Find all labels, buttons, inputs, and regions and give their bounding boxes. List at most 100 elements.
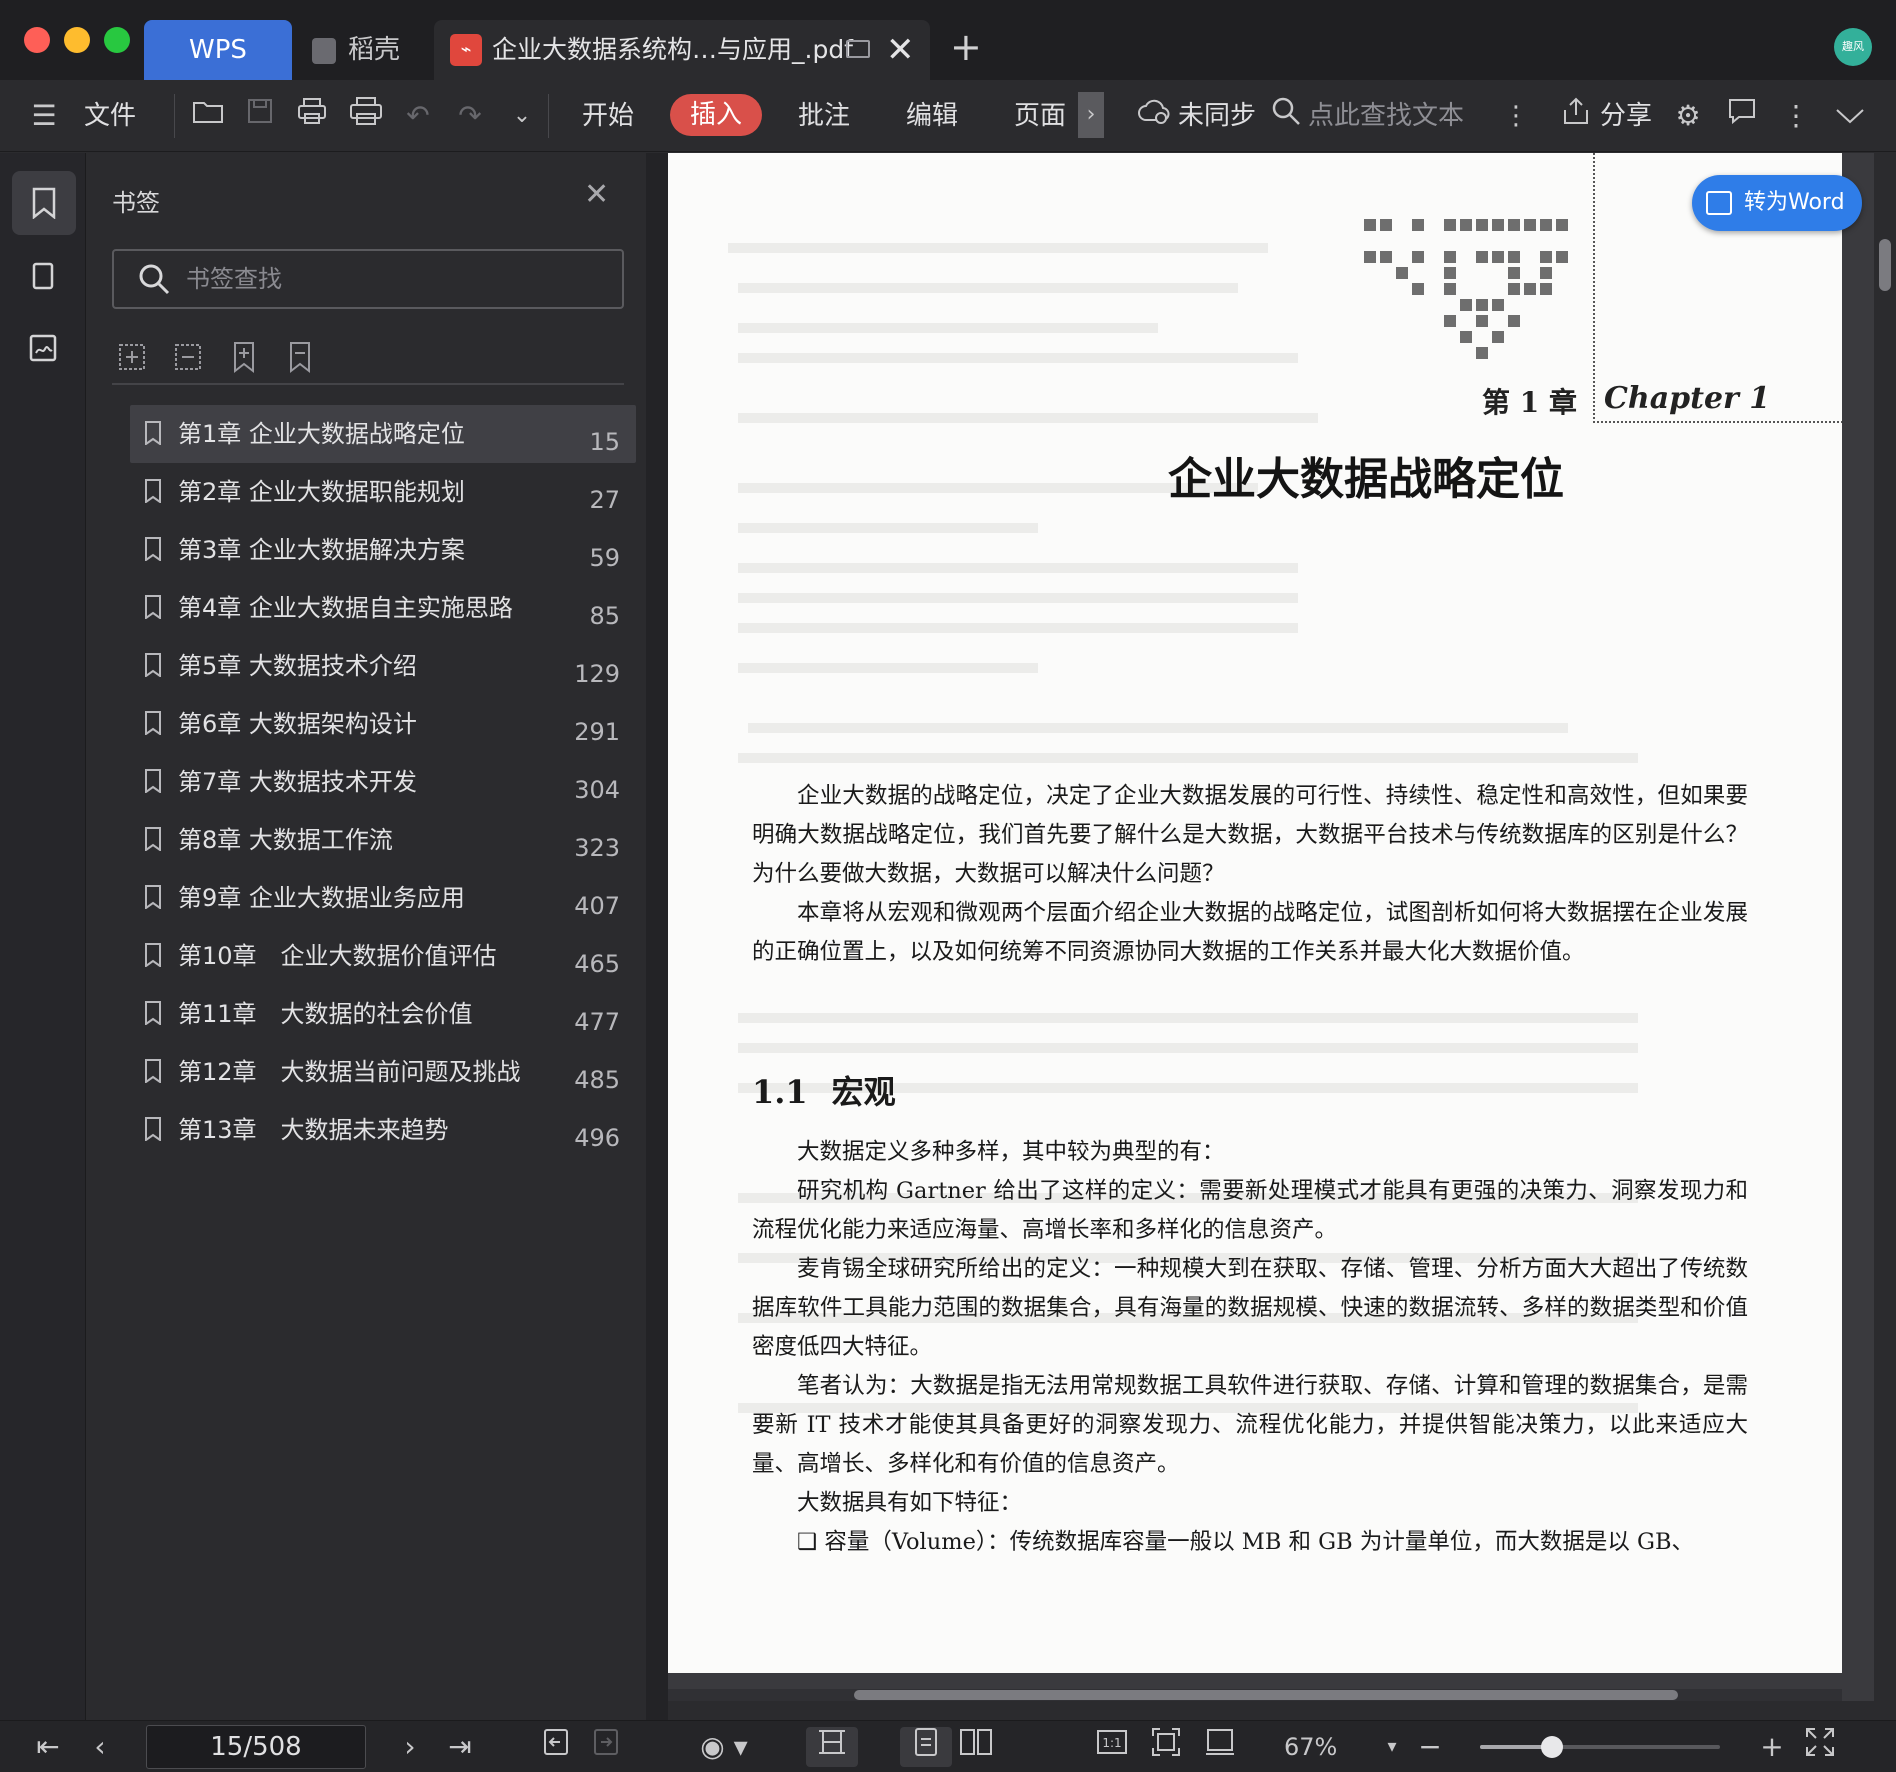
tab-wps[interactable]: WPS (144, 20, 292, 80)
chapter-title: 企业大数据战略定位 (1168, 454, 1564, 505)
zoom-level[interactable]: 67% (1284, 1721, 1337, 1772)
zoom-slider[interactable] (1480, 1736, 1720, 1758)
find-search-icon[interactable] (1266, 96, 1306, 136)
previous-page-icon[interactable]: ‹ (80, 1727, 120, 1767)
horizontal-scrollbar[interactable] (668, 1689, 1842, 1701)
bookmark-item[interactable]: 第8章 大数据工作流 323 (130, 811, 636, 869)
tab-edit[interactable]: 编辑 (906, 80, 958, 152)
tab-start[interactable]: 开始 (582, 80, 634, 152)
file-menu[interactable]: 文件 (84, 80, 136, 152)
continuous-scroll-icon[interactable] (806, 1727, 858, 1767)
tab-comment[interactable]: 批注 (798, 80, 850, 152)
bleed-through-line (738, 753, 1638, 763)
fit-width-icon[interactable] (1200, 1727, 1240, 1767)
more-vertical-icon[interactable]: ⋮ (1496, 96, 1536, 136)
new-tab-button[interactable]: + (950, 22, 982, 72)
last-page-icon[interactable]: ⇥ (440, 1727, 480, 1767)
share-button[interactable]: 分享 (1600, 80, 1652, 152)
page-number-input[interactable] (146, 1725, 366, 1769)
mosaic-square (1460, 299, 1472, 311)
more-tabs-arrow[interactable]: › (1078, 92, 1104, 138)
add-bookmark-icon[interactable] (226, 339, 262, 375)
tab-document[interactable]: ⌁ 企业大数据系统构…与应用_.pdf ✕ (434, 20, 930, 80)
comment-icon[interactable] (1722, 96, 1762, 136)
bookmark-label: 第2章 企业大数据职能规划 (178, 478, 465, 506)
share-icon[interactable] (1556, 96, 1596, 136)
mosaic-square (1508, 219, 1520, 231)
collapse-ribbon-chevron-icon[interactable] (1830, 96, 1870, 136)
vertical-scrollbar[interactable] (1874, 153, 1896, 1720)
single-page-icon[interactable] (900, 1727, 952, 1767)
bookmark-label: 第7章 大数据技术开发 (178, 768, 417, 796)
collapse-all-icon[interactable] (170, 339, 206, 375)
zoom-out-icon[interactable]: − (1410, 1727, 1450, 1767)
bookmark-search-box[interactable] (112, 249, 624, 309)
first-page-icon[interactable]: ⇤ (28, 1727, 68, 1767)
two-page-icon[interactable] (956, 1727, 996, 1767)
convert-to-word-button[interactable]: 转为Word (1692, 175, 1862, 231)
bookmark-item[interactable]: 第2章 企业大数据职能规划 27 (130, 463, 636, 521)
cloud-sync-icon[interactable] (1134, 96, 1174, 136)
bookmark-icon (145, 943, 161, 967)
thumbnail-panel-icon[interactable] (12, 245, 76, 309)
bookmark-item[interactable]: 第4章 企业大数据自主实施思路 85 (130, 579, 636, 637)
redo-icon[interactable]: ↷ (450, 96, 490, 136)
monitor-icon[interactable] (846, 40, 870, 58)
zoom-slider-handle[interactable] (1541, 1736, 1563, 1758)
more-vertical-icon[interactable]: ⋮ (1776, 96, 1816, 136)
go-back-icon[interactable] (536, 1727, 576, 1767)
close-tab-icon[interactable]: ✕ (886, 20, 915, 80)
print-icon[interactable] (292, 96, 332, 136)
zoom-window-button[interactable] (104, 27, 130, 53)
document-viewport[interactable]: 第 1 章 Chapter 1 企业大数据战略定位 企业大数据的战略定位，决定了… (668, 153, 1874, 1701)
minimize-window-button[interactable] (64, 27, 90, 53)
bookmark-label: 第9章 企业大数据业务应用 (178, 884, 465, 912)
fit-page-icon[interactable] (1146, 1727, 1186, 1767)
bookmark-item[interactable]: 第3章 企业大数据解决方案 59 (130, 521, 636, 579)
tab-page[interactable]: 页面 (1014, 80, 1066, 152)
pdf-page: 第 1 章 Chapter 1 企业大数据战略定位 企业大数据的战略定位，决定了… (668, 153, 1842, 1673)
close-window-button[interactable] (24, 27, 50, 53)
go-forward-icon[interactable] (586, 1727, 626, 1767)
zoom-dropdown-icon[interactable]: ▾ (1372, 1727, 1412, 1767)
close-panel-icon[interactable]: ✕ (584, 177, 609, 212)
expand-all-icon[interactable] (114, 339, 150, 375)
mosaic-square (1540, 219, 1552, 231)
menu-icon[interactable]: ☰ (24, 96, 64, 136)
panel-resize-handle[interactable] (646, 153, 668, 1720)
tab-insert[interactable]: 插入 (670, 94, 762, 136)
signature-panel-icon[interactable] (12, 317, 76, 381)
tab-daoke[interactable]: 稻壳 (300, 20, 420, 80)
body-paragraph: ❑ 容量（Volume）：传统数据库容量一般以 MB 和 GB 为计量单位，而大… (797, 1529, 1694, 1555)
open-folder-icon[interactable] (188, 96, 228, 136)
save-icon[interactable] (240, 96, 280, 136)
bookmark-item[interactable]: 第13章 大数据未来趋势 496 (130, 1101, 636, 1159)
bookmark-item[interactable]: 第7章 大数据技术开发 304 (130, 753, 636, 811)
avatar[interactable]: 趣风 (1834, 28, 1872, 66)
bookmark-search-input[interactable] (186, 251, 606, 307)
fullscreen-icon[interactable] (1800, 1727, 1840, 1767)
undo-icon[interactable]: ↶ (398, 96, 438, 136)
settings-gear-icon[interactable]: ⚙ (1668, 96, 1708, 136)
bookmark-item[interactable]: 第9章 企业大数据业务应用 407 (130, 869, 636, 927)
sync-status[interactable]: 未同步 (1178, 80, 1256, 152)
find-text-input[interactable]: 点此查找文本 (1308, 80, 1464, 152)
next-page-icon[interactable]: › (390, 1727, 430, 1767)
horizontal-scrollbar-thumb[interactable] (854, 1690, 1678, 1700)
remove-bookmark-icon[interactable] (282, 339, 318, 375)
vertical-scrollbar-thumb[interactable] (1879, 239, 1891, 291)
print-preview-icon[interactable] (346, 96, 386, 136)
bookmark-item[interactable]: 第5章 大数据技术介绍 129 (130, 637, 636, 695)
bookmark-item[interactable]: 第12章 大数据当前问题及挑战 485 (130, 1043, 636, 1101)
bookmark-item[interactable]: 第10章 企业大数据价值评估 465 (130, 927, 636, 985)
eye-protection-icon[interactable]: ◉ ▾ (694, 1727, 754, 1767)
bookmark-item[interactable]: 第6章 大数据架构设计 291 (130, 695, 636, 753)
bookmark-item[interactable]: 第1章 企业大数据战略定位 15 (130, 405, 636, 463)
quick-access-dropdown-icon[interactable]: ⌄ (502, 96, 542, 136)
zoom-in-icon[interactable]: + (1752, 1727, 1792, 1767)
bookmark-panel-icon[interactable] (12, 171, 76, 235)
bleed-through-line (738, 593, 1298, 603)
bookmark-item[interactable]: 第11章 大数据的社会价值 477 (130, 985, 636, 1043)
actual-size-icon[interactable]: 1:1 (1092, 1727, 1132, 1767)
bleed-through-line (738, 353, 1298, 363)
